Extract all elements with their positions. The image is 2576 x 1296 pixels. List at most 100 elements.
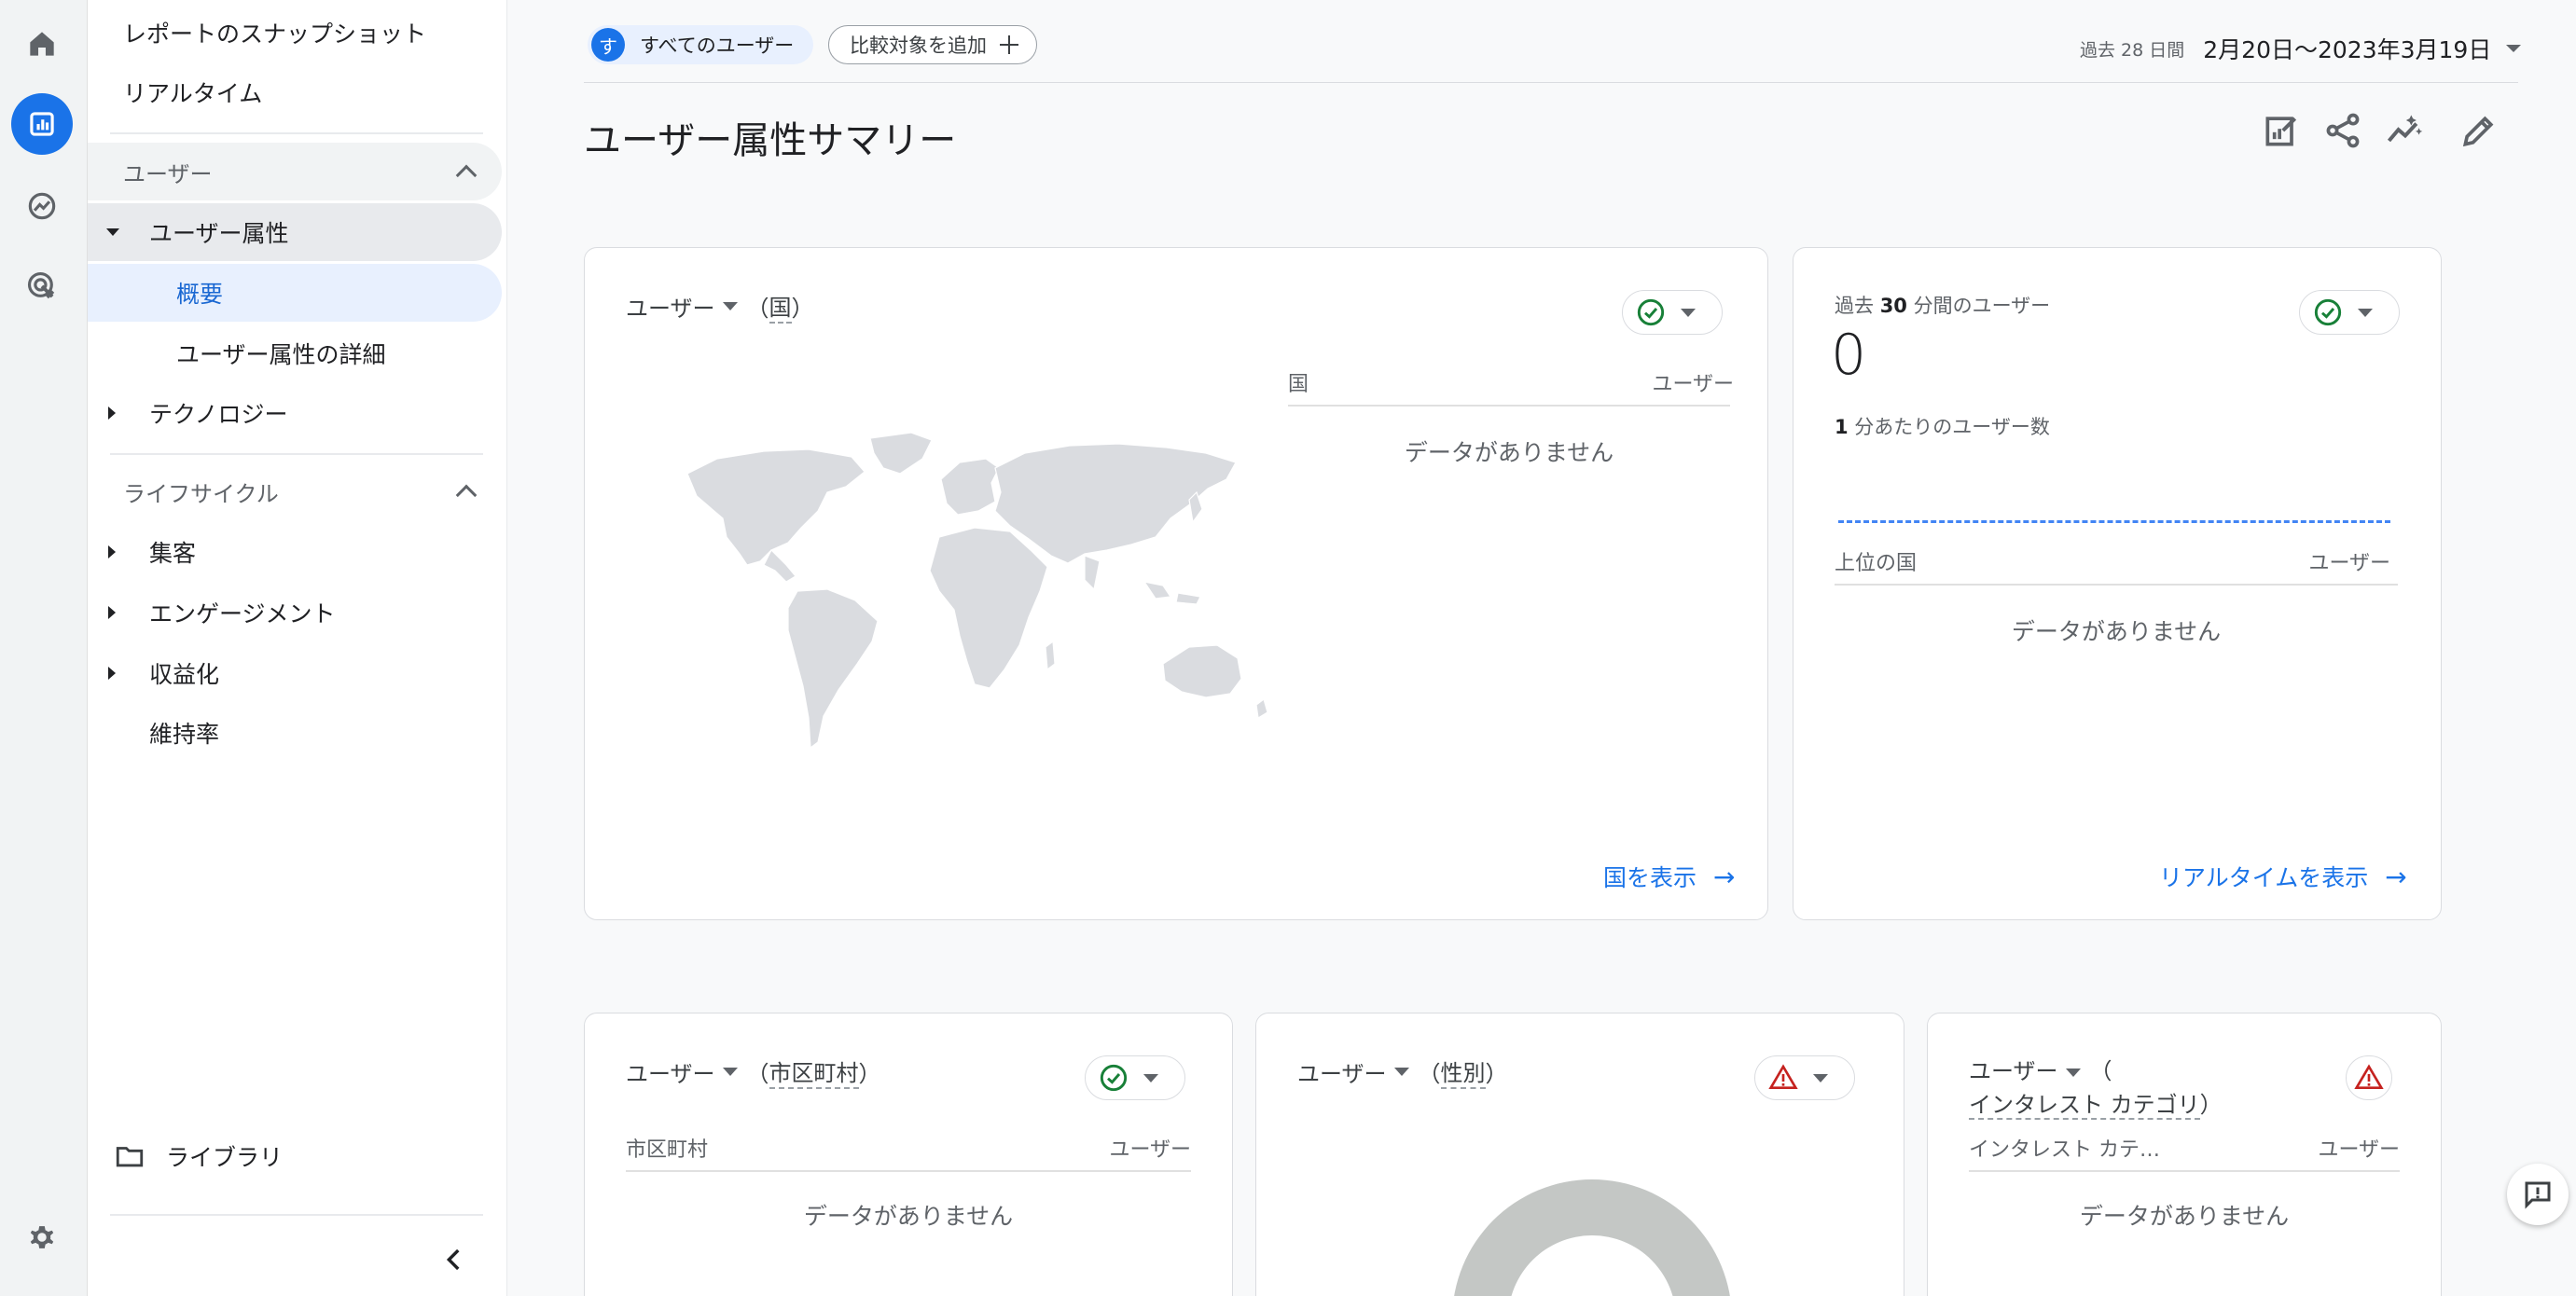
dropdown-arrow-icon [2358, 308, 2373, 317]
feedback-icon [2525, 1181, 2551, 1209]
paren: （ [2089, 1058, 2112, 1084]
insights-button[interactable] [2384, 110, 2425, 151]
dropdown-arrow-icon [1681, 308, 1696, 317]
realtime-card: 過去 30 分間のユーザー 0 1 分あたりのユーザー数 上位の国 ユーザー デ… [1793, 247, 2442, 920]
chevron-left-icon [446, 1248, 460, 1271]
arrow-right-icon: → [2385, 861, 2407, 892]
nav-label: エンゲージメント [149, 600, 336, 627]
nav-item-attribute-details[interactable]: ユーザー属性の詳細 [88, 324, 502, 382]
quality-status-button[interactable] [1085, 1055, 1185, 1100]
dropdown-arrow-icon[interactable] [722, 302, 738, 310]
country-card: ユーザー （国） 国 ユーザー データがありません 国を表示 → [584, 247, 1768, 920]
caret-down-icon [106, 228, 119, 236]
dimension-label[interactable]: 市区町村 [769, 1055, 859, 1089]
realtime-label-text: 過去 [1835, 295, 1880, 317]
nav-section-label: ライフサイクル [123, 480, 279, 507]
nav-section-user[interactable]: ユーザー [88, 143, 502, 200]
caret-right-icon [108, 545, 116, 558]
nav-item-overview[interactable]: 概要 [88, 264, 502, 322]
reports-icon[interactable] [11, 93, 73, 155]
nav-item-engagement[interactable]: エンゲージメント [88, 584, 502, 641]
chevron-up-icon [455, 484, 478, 506]
customize-report-button[interactable] [2261, 110, 2302, 151]
metric-selector[interactable]: ユーザー [1297, 1055, 1387, 1088]
edit-button[interactable] [2458, 110, 2500, 151]
check-circle-icon [2314, 298, 2342, 326]
city-card: ユーザー （市区町村） 市区町村 ユーザー データがありません [584, 1013, 1233, 1296]
paren: ） [791, 296, 814, 322]
add-comparison-button[interactable]: 比較対象を追加 [828, 25, 1037, 64]
world-map [686, 432, 1268, 750]
dimension-label[interactable]: 性別 [1440, 1055, 1486, 1089]
settings-gear-icon[interactable] [11, 1206, 73, 1268]
link-label: 国を表示 [1603, 864, 1697, 891]
paren: ） [1485, 1061, 1508, 1087]
paren: ） [2199, 1092, 2223, 1118]
metric-selector[interactable]: ユーザー [1969, 1058, 2058, 1084]
dropdown-arrow-icon[interactable] [722, 1068, 738, 1076]
table-divider [1835, 584, 2398, 586]
segment-avatar: す [591, 28, 625, 62]
dimension-label[interactable]: インタレスト カテゴリ [1969, 1092, 2200, 1120]
nav-item-library[interactable]: ライブラリ [88, 1127, 502, 1185]
nav-label: 概要 [176, 281, 224, 308]
gender-card: ユーザー （性別） [1255, 1013, 1904, 1296]
quality-warning-button[interactable] [1754, 1055, 1855, 1100]
nav-label: ユーザー属性の詳細 [176, 341, 386, 368]
check-circle-icon [1637, 298, 1665, 326]
caret-right-icon [108, 407, 116, 420]
paren: ） [858, 1061, 881, 1087]
per-minute-value: 1 [1835, 416, 1849, 438]
home-icon[interactable] [11, 13, 73, 75]
nav-item-monetization[interactable]: 収益化 [88, 644, 502, 702]
quality-status-button[interactable] [1622, 290, 1723, 335]
column-header-top-country: 上位の国 [1835, 552, 1918, 575]
realtime-label-text: 分間のユーザー [1906, 295, 2051, 317]
realtime-minutes: 30 [1879, 295, 1907, 317]
column-header-interest: インタレスト カテ… [1969, 1138, 2160, 1162]
interest-category-card: ユーザー （ インタレスト カテゴリ） インタレスト カテ… ユーザー データがあり… [1927, 1013, 2442, 1296]
nav-item-user-attributes[interactable]: ユーザー属性 [88, 203, 502, 261]
gender-donut-chart [1454, 1179, 1730, 1296]
quality-warning-button[interactable] [2346, 1055, 2392, 1100]
dimension-label[interactable]: 国 [769, 289, 792, 324]
empty-state: データがありません [803, 1203, 1014, 1230]
nav-section-lifecycle[interactable]: ライフサイクル [88, 462, 502, 520]
date-range-picker[interactable]: 過去 28 日間 2月20日〜2023年3月19日 [2080, 32, 2522, 65]
share-icon [2326, 113, 2360, 148]
dropdown-arrow-icon[interactable] [1393, 1068, 1409, 1076]
nav-label: レポートのスナップショット [123, 21, 427, 48]
card-title: ユーザー （性別） [1297, 1055, 1508, 1089]
segment-chip-all-users[interactable]: す すべてのユーザー [588, 25, 813, 64]
date-range-prefix: 過去 28 日間 [2080, 39, 2185, 61]
quality-status-button[interactable] [2299, 290, 2400, 335]
warning-icon [2354, 1064, 2384, 1089]
nav-item-snapshot[interactable]: レポートのスナップショット [88, 4, 502, 62]
explore-icon[interactable] [11, 175, 73, 237]
view-countries-link[interactable]: 国を表示 → [1603, 860, 1735, 893]
nav-item-retention[interactable]: 維持率 [88, 704, 502, 762]
nav-label: 収益化 [149, 661, 220, 688]
table-divider [1969, 1170, 2400, 1172]
empty-state: データがありません [1404, 439, 1614, 466]
realtime-user-count: 0 [1831, 323, 1867, 388]
share-button[interactable] [2322, 110, 2363, 151]
dropdown-arrow-icon[interactable] [2065, 1068, 2081, 1077]
nav-item-technology[interactable]: テクノロジー [88, 384, 502, 442]
advertising-icon[interactable] [11, 255, 73, 317]
header-divider [584, 82, 2518, 83]
metric-selector[interactable]: ユーザー [626, 290, 715, 323]
nav-item-realtime[interactable]: リアルタイム [88, 63, 502, 121]
icon-rail [0, 0, 88, 1296]
arrow-right-icon: → [1713, 861, 1736, 892]
nav-label: ユーザー属性 [149, 220, 289, 247]
card-title: ユーザー （ インタレスト カテゴリ） [1969, 1055, 2342, 1122]
metric-selector[interactable]: ユーザー [626, 1055, 715, 1088]
feedback-button[interactable] [2507, 1164, 2569, 1225]
chevron-up-icon [455, 164, 478, 186]
realtime-label: 過去 30 分間のユーザー [1835, 291, 2050, 319]
collapse-nav-button[interactable] [438, 1244, 470, 1275]
view-realtime-link[interactable]: リアルタイムを表示 → [2159, 860, 2407, 893]
column-header-users: ユーザー [1109, 1138, 1191, 1162]
nav-item-acquisition[interactable]: 集客 [88, 523, 502, 581]
